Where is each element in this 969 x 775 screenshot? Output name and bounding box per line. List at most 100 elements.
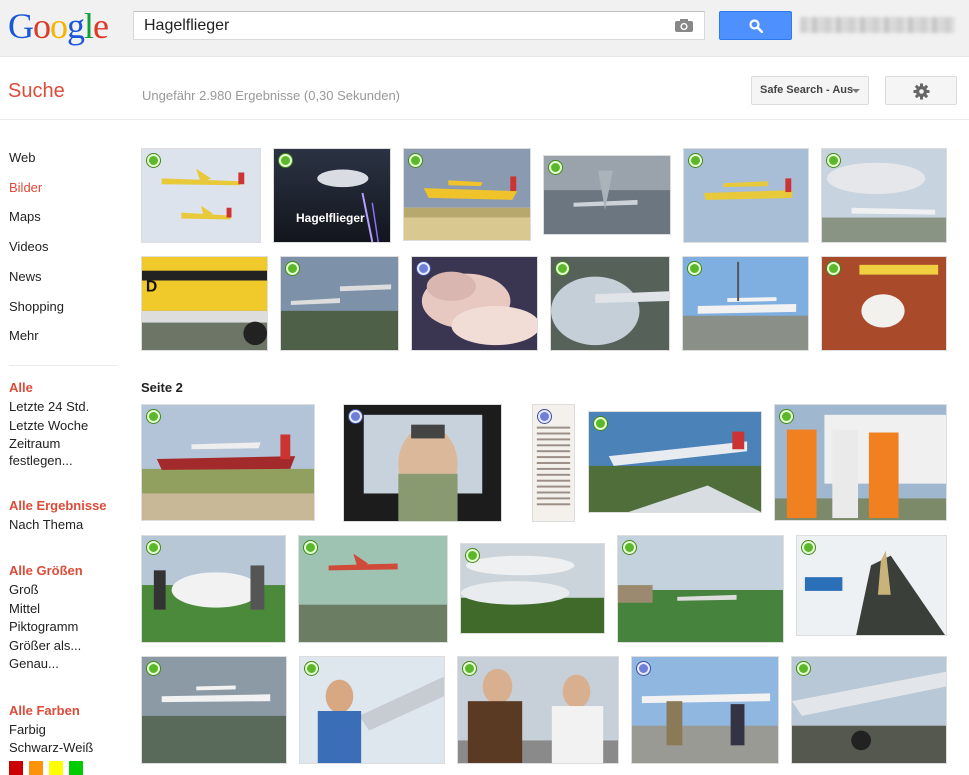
- image-result[interactable]: [683, 148, 809, 243]
- filter-time-24h[interactable]: Letzte 24 Std.: [9, 399, 89, 414]
- search-input[interactable]: Hagelflieger: [144, 17, 229, 35]
- filter-size-medium[interactable]: Mittel: [9, 601, 40, 616]
- filter-color-full[interactable]: Farbig: [9, 722, 46, 737]
- similar-images-icon[interactable]: [594, 417, 607, 430]
- subheader: Suche Ungefähr 2.980 Ergebnisse (0,30 Se…: [0, 58, 969, 120]
- filter-color-all[interactable]: Alle Farben: [9, 703, 80, 718]
- chevron-down-icon: [852, 89, 860, 93]
- color-swatch-red[interactable]: [9, 761, 23, 775]
- page-title: Suche: [8, 80, 65, 102]
- image-result[interactable]: [791, 656, 947, 764]
- filter-color-bw[interactable]: Schwarz-Weiß: [9, 740, 93, 755]
- color-swatch-yellow[interactable]: [49, 761, 63, 775]
- image-result[interactable]: [457, 656, 619, 764]
- image-result[interactable]: [588, 411, 762, 513]
- similar-images-icon[interactable]: [463, 662, 476, 675]
- image-result[interactable]: [298, 535, 448, 643]
- logo-letter: o: [33, 6, 51, 46]
- image-result[interactable]: [631, 656, 779, 764]
- image-result[interactable]: [682, 256, 809, 351]
- nav-shopping[interactable]: Shopping: [9, 299, 64, 314]
- color-swatch-green[interactable]: [69, 761, 83, 775]
- similar-images-icon[interactable]: [689, 154, 702, 167]
- google-logo[interactable]: Google: [8, 6, 109, 46]
- safesearch-label: Safe Search - Aus: [760, 84, 854, 96]
- similar-images-icon[interactable]: [623, 541, 636, 554]
- camera-icon[interactable]: [674, 18, 694, 33]
- image-result[interactable]: [141, 535, 286, 643]
- image-result[interactable]: [796, 535, 947, 636]
- similar-images-icon[interactable]: [797, 662, 810, 675]
- filter-time-week[interactable]: Letzte Woche: [9, 418, 88, 433]
- image-result[interactable]: Hagelflieger: [273, 148, 391, 243]
- nav-mehr[interactable]: Mehr: [9, 328, 39, 343]
- nav-maps[interactable]: Maps: [9, 209, 41, 224]
- similar-images-icon[interactable]: [556, 262, 569, 275]
- nav-web[interactable]: Web: [9, 150, 36, 165]
- image-result[interactable]: [774, 404, 947, 521]
- filter-size-large[interactable]: Groß: [9, 582, 39, 597]
- top-bar: Google Hagelflieger: [0, 0, 969, 57]
- filter-time-all[interactable]: Alle: [9, 380, 33, 395]
- similar-images-icon[interactable]: [147, 541, 160, 554]
- color-swatch-orange[interactable]: [29, 761, 43, 775]
- similar-images-icon[interactable]: [349, 410, 362, 423]
- similar-images-icon[interactable]: [538, 410, 551, 423]
- similar-images-icon[interactable]: [802, 541, 815, 554]
- image-result[interactable]: [550, 256, 670, 351]
- image-result[interactable]: [532, 404, 575, 522]
- image-result[interactable]: [411, 256, 538, 351]
- filter-size-all[interactable]: Alle Größen: [9, 563, 83, 578]
- image-result[interactable]: [141, 656, 287, 764]
- image-result[interactable]: [343, 404, 502, 522]
- page-2-heading: Seite 2: [141, 380, 183, 395]
- filter-results-all[interactable]: Alle Ergebnisse: [9, 498, 107, 513]
- similar-images-icon[interactable]: [417, 262, 430, 275]
- similar-images-icon[interactable]: [827, 262, 840, 275]
- similar-images-icon[interactable]: [279, 154, 292, 167]
- image-result[interactable]: [141, 148, 261, 243]
- image-result[interactable]: [460, 543, 605, 634]
- image-result[interactable]: [141, 404, 315, 521]
- similar-images-icon[interactable]: [688, 262, 701, 275]
- similar-images-icon[interactable]: [147, 410, 160, 423]
- image-result[interactable]: D: [141, 256, 268, 351]
- similar-images-icon[interactable]: [286, 262, 299, 275]
- image-result[interactable]: [821, 256, 947, 351]
- settings-button[interactable]: [885, 76, 957, 105]
- similar-images-icon[interactable]: [305, 662, 318, 675]
- search-box[interactable]: Hagelflieger: [133, 11, 705, 40]
- filter-size-exact[interactable]: Genau...: [9, 656, 59, 671]
- gear-icon: [913, 83, 930, 100]
- logo-letter: g: [67, 6, 85, 46]
- nav-divider: [9, 365, 117, 366]
- similar-images-icon[interactable]: [147, 662, 160, 675]
- image-result[interactable]: [617, 535, 784, 643]
- image-result[interactable]: [280, 256, 399, 351]
- similar-images-icon[interactable]: [549, 161, 562, 174]
- filter-time-range[interactable]: Zeitraum: [9, 436, 60, 451]
- similar-images-icon[interactable]: [409, 154, 422, 167]
- nav-bilder[interactable]: Bilder: [9, 180, 42, 195]
- nav-news[interactable]: News: [9, 269, 42, 284]
- search-button[interactable]: [719, 11, 792, 40]
- image-caption: Hagelflieger: [296, 211, 365, 225]
- filter-by-topic[interactable]: Nach Thema: [9, 517, 83, 532]
- similar-images-icon[interactable]: [147, 154, 160, 167]
- filter-size-larger-than[interactable]: Größer als...: [9, 638, 81, 653]
- similar-images-icon[interactable]: [827, 154, 840, 167]
- logo-letter: e: [93, 6, 109, 46]
- image-result[interactable]: [821, 148, 947, 243]
- similar-images-icon[interactable]: [304, 541, 317, 554]
- filter-size-icon[interactable]: Piktogramm: [9, 619, 78, 634]
- account-area-blurred[interactable]: [800, 17, 955, 33]
- image-result[interactable]: [299, 656, 445, 764]
- safesearch-dropdown[interactable]: Safe Search - Aus: [751, 76, 869, 105]
- similar-images-icon[interactable]: [466, 549, 479, 562]
- similar-images-icon[interactable]: [637, 662, 650, 675]
- filter-time-range-2[interactable]: festlegen...: [9, 453, 73, 468]
- nav-videos[interactable]: Videos: [9, 239, 49, 254]
- image-result[interactable]: [543, 155, 671, 235]
- image-result[interactable]: [403, 148, 531, 241]
- similar-images-icon[interactable]: [780, 410, 793, 423]
